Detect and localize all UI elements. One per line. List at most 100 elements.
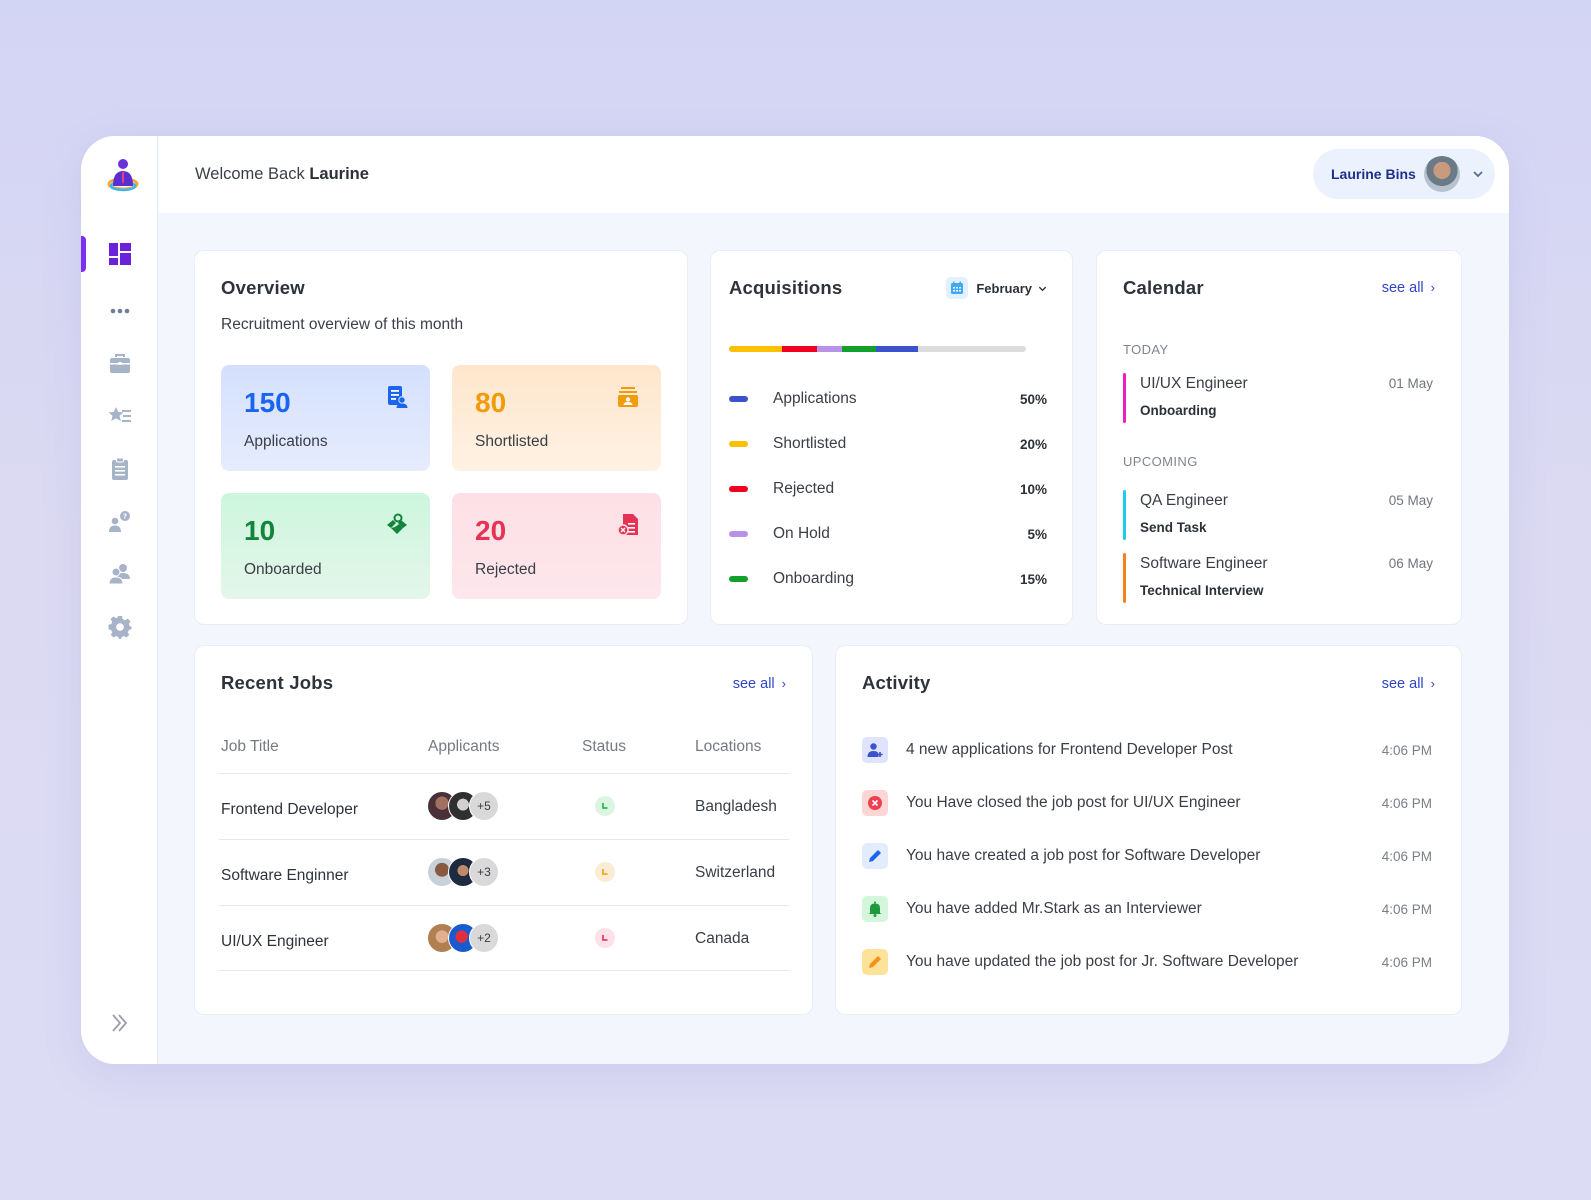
gear-icon [108, 616, 132, 639]
event-date: 01 May [1388, 376, 1433, 391]
acquisitions-title: Acquisitions [729, 277, 843, 298]
legend-item: Shortlisted 20% [729, 432, 1047, 456]
legend-item: Onboarding 15% [729, 567, 1047, 591]
activity-time: 4:06 PM [1381, 954, 1432, 970]
job-location: Canada [695, 930, 750, 947]
stat-value: 20 [475, 515, 507, 546]
chevron-right-icon: › [1430, 280, 1435, 295]
close-circle-icon [862, 790, 888, 816]
activity-text: You Have closed the job post for UI/UX E… [906, 794, 1241, 811]
briefcase-icon [109, 354, 130, 373]
column-header-applicants[interactable]: Applicants [428, 738, 500, 756]
bell-icon [862, 896, 888, 922]
nav-team[interactable] [81, 554, 158, 594]
legend-swatch [729, 486, 748, 492]
activity-item[interactable]: 4 new applications for Frontend Develope… [862, 736, 1432, 764]
event-color-bar [1123, 373, 1126, 423]
job-title: Software Enginner [221, 867, 349, 884]
legend-swatch [729, 531, 748, 537]
activity-item[interactable]: You have added Mr.Stark as an Interviewe… [862, 895, 1432, 923]
nav-interviews[interactable]: ? [81, 502, 158, 542]
stat-label: Onboarded [244, 561, 322, 578]
job-title: UI/UX Engineer [221, 933, 329, 950]
stat-onboarded[interactable]: 10 Onboarded [221, 493, 430, 599]
legend-swatch [729, 576, 748, 582]
stat-rejected[interactable]: 20 Rejected [452, 493, 661, 599]
activity-time: 4:06 PM [1381, 742, 1432, 758]
collapse-sidebar-button[interactable] [81, 1008, 158, 1038]
legend-percent: 15% [1019, 571, 1047, 587]
activity-item[interactable]: You have updated the job post for Jr. So… [862, 948, 1432, 976]
top-bar: Welcome Back Laurine Laurine Bins [159, 136, 1509, 213]
calendar-event[interactable]: UI/UX Engineer Onboarding 01 May [1123, 373, 1433, 423]
activity-title: Activity [862, 672, 931, 693]
bar-segment-on-hold [816, 346, 842, 352]
nav-more[interactable] [81, 291, 158, 331]
column-header-job-title[interactable]: Job Title [221, 738, 279, 756]
recent-jobs-card: Recent Jobs see all › Job Title Applicant… [194, 645, 813, 1015]
rejected-doc-icon [617, 514, 638, 536]
nav-settings[interactable] [81, 607, 158, 647]
legend-percent: 20% [1019, 436, 1047, 452]
chevron-down-icon [1473, 171, 1483, 178]
nav-shortlist[interactable] [81, 396, 158, 436]
upcoming-label: UPCOMING [1123, 454, 1198, 469]
stat-label: Applications [244, 433, 328, 450]
calendar-event[interactable]: Software Engineer Technical Interview 06… [1123, 553, 1433, 603]
event-color-bar [1123, 490, 1126, 540]
table-row[interactable]: UI/UX Engineer +2 Canada [219, 905, 789, 971]
user-question-icon: ? [108, 511, 130, 532]
activity-text: You have created a job post for Software… [906, 847, 1261, 864]
clipboard-icon [111, 457, 128, 480]
user-menu-button[interactable]: Laurine Bins [1313, 149, 1495, 199]
event-date: 05 May [1388, 493, 1433, 508]
event-color-bar [1123, 553, 1126, 603]
legend-label: Shortlisted [773, 435, 847, 452]
user-add-icon [862, 737, 888, 763]
more-dots-icon [110, 308, 129, 314]
pencil-icon [862, 843, 888, 869]
nav-tasks[interactable] [81, 449, 158, 489]
legend-swatch [729, 396, 748, 402]
sidebar: ? [81, 136, 158, 1064]
activity-time: 4:06 PM [1381, 848, 1432, 864]
table-row[interactable]: Software Enginner +3 Switzerland [219, 839, 789, 905]
welcome-prefix: Welcome Back [195, 165, 305, 183]
event-title: QA Engineer [1140, 492, 1228, 509]
calendar-see-all-link[interactable]: see all › [1382, 280, 1435, 296]
stat-applications[interactable]: 150 Applications [221, 365, 430, 471]
app-window: ? Welcome Back Laurine Laurine Bins Over… [81, 136, 1509, 1064]
stat-value: 80 [475, 387, 507, 418]
bar-segment-shortlisted [729, 346, 783, 352]
star-list-icon [108, 407, 131, 422]
legend-swatch [729, 441, 748, 447]
activity-see-all-link[interactable]: see all › [1382, 676, 1435, 692]
event-date: 06 May [1388, 556, 1433, 571]
see-all-label: see all [1381, 676, 1424, 692]
applicant-avatars: +2 [427, 923, 499, 953]
activity-item[interactable]: You Have closed the job post for UI/UX E… [862, 789, 1432, 817]
status-indicator [595, 928, 615, 948]
acquisitions-stacked-bar [729, 346, 1026, 352]
recent-jobs-see-all-link[interactable]: see all › [733, 676, 786, 692]
stat-value: 150 [244, 387, 291, 418]
calendar-event[interactable]: QA Engineer Send Task 05 May [1123, 490, 1433, 540]
clock-icon [602, 803, 608, 809]
stat-label: Shortlisted [475, 433, 549, 450]
table-row[interactable]: Frontend Developer +5 Bangladesh [219, 773, 789, 839]
column-header-status[interactable]: Status [582, 738, 626, 756]
legend-item: Applications 50% [729, 387, 1047, 411]
app-logo[interactable] [107, 158, 139, 192]
overview-title: Overview [221, 277, 305, 298]
status-indicator [595, 862, 615, 882]
nav-jobs[interactable] [81, 344, 158, 384]
chevron-down-icon [1038, 286, 1047, 291]
stat-shortlisted[interactable]: 80 Shortlisted [452, 365, 661, 471]
status-indicator [595, 796, 615, 816]
activity-item[interactable]: You have created a job post for Software… [862, 842, 1432, 870]
shortlist-tray-icon [618, 387, 638, 407]
month-dropdown[interactable]: February [946, 277, 1047, 299]
column-header-locations[interactable]: Locations [695, 738, 761, 756]
event-subtitle: Onboarding [1140, 403, 1217, 418]
nav-dashboard[interactable] [81, 234, 158, 274]
